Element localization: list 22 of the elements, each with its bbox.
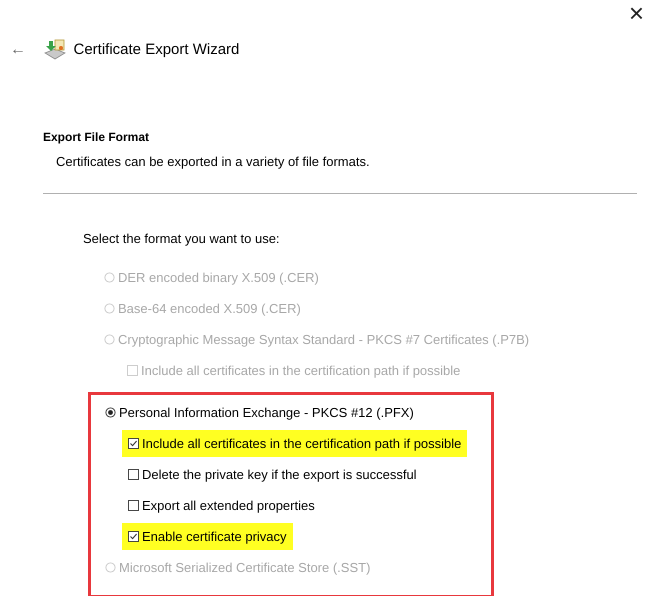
checkbox[interactable]: [128, 531, 139, 542]
close-button[interactable]: ×: [622, 0, 650, 26]
section-title: Export File Format: [43, 129, 150, 146]
option-label: Include all certificates in the certification path if possible: [142, 434, 462, 453]
section-description: Certificates can be exported in a variety of file formats.: [56, 154, 370, 169]
option-label: Microsoft Serialized Certificate Store (.SST): [119, 558, 370, 577]
checkbox[interactable]: [128, 500, 139, 511]
checkbox[interactable]: [128, 469, 139, 480]
radio-button[interactable]: [105, 407, 116, 418]
checkbox[interactable]: [128, 438, 139, 449]
back-button[interactable]: ←: [6, 38, 30, 62]
option-label: Include all certificates in the certification path if possible: [141, 362, 460, 380]
option-label: Export all extended properties: [142, 496, 315, 515]
option-label: DER encoded binary X.509 (.CER): [118, 268, 319, 287]
option-label: Delete the private key if the export is successful: [142, 466, 417, 484]
window-title: Certificate Export Wizard: [74, 40, 240, 60]
option-label: Cryptographic Message Syntax Standard - PKCS #7 Certificates (.P7B): [118, 330, 530, 349]
option-label: Base-64 encoded X.509 (.CER): [118, 300, 301, 318]
format-prompt: Select the format you want to use:: [83, 230, 280, 246]
option-label: Enable certificate privacy: [142, 528, 287, 546]
certificate-icon: [43, 39, 67, 61]
option-label: Personal Information Exchange - PKCS #12 (.PFX): [119, 404, 414, 422]
